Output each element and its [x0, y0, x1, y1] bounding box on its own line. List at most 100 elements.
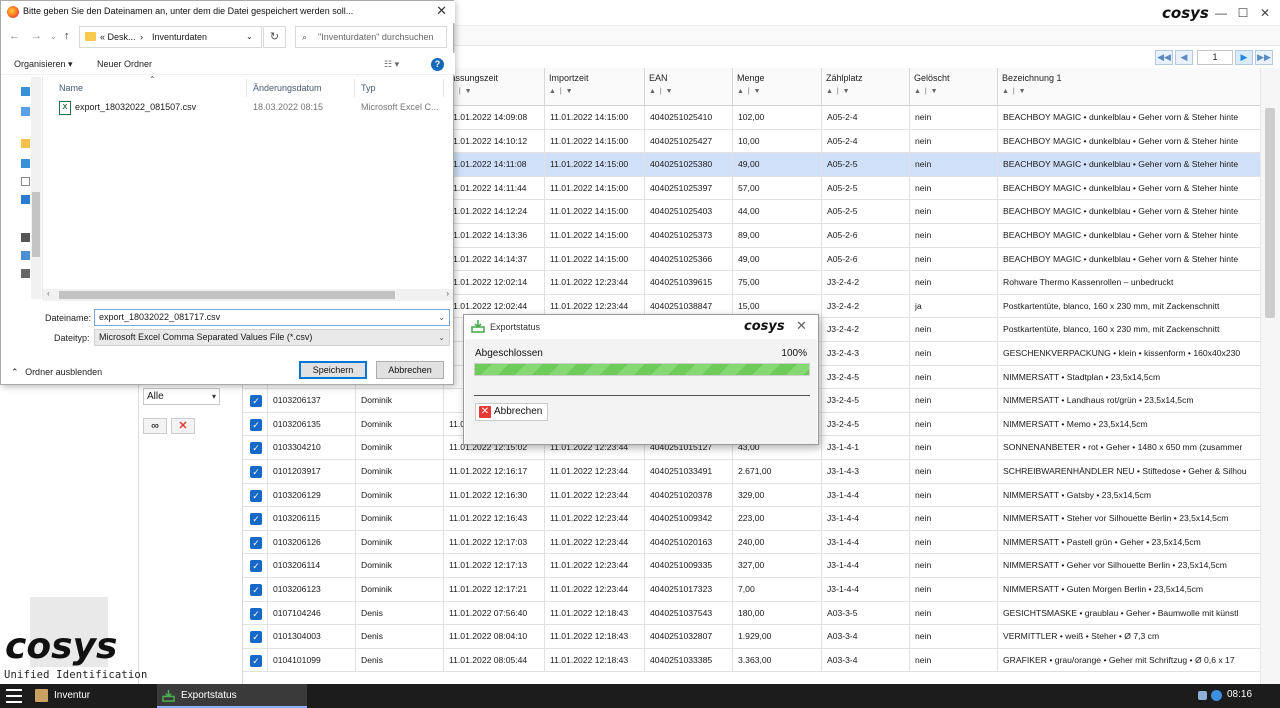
- table-row[interactable]: ✓ 0103206126 Dominik 11.01.2022 12:17:03 11.…: [243, 530, 1260, 555]
- sort-arrows-icon[interactable]: ▲ | ▼: [549, 88, 574, 95]
- help-icon[interactable]: ?: [431, 58, 444, 71]
- row-checkbox[interactable]: ✓: [250, 418, 262, 431]
- cancel-button[interactable]: Abbrechen: [376, 361, 444, 379]
- column-header-6[interactable]: Menge ▲ | ▼: [733, 68, 822, 106]
- scrollbar-thumb[interactable]: [32, 192, 40, 257]
- row-checkbox[interactable]: ✓: [250, 607, 262, 620]
- search-input[interactable]: ⌕ "Inventurdaten" durchsuchen: [295, 26, 447, 48]
- scrollbar-thumb[interactable]: [1265, 108, 1275, 318]
- maximize-icon[interactable]: ☐: [1234, 4, 1252, 22]
- search-binoculars-button[interactable]: ∞: [143, 418, 167, 434]
- row-checkbox[interactable]: ✓: [250, 513, 262, 526]
- table-row[interactable]: ✓ 0103206115 Dominik 11.01.2022 12:16:43 11.…: [243, 507, 1260, 531]
- column-header-9[interactable]: Bezeichnung 1 ▲ | ▼: [998, 68, 1260, 106]
- next-page-button[interactable]: ▶: [1235, 50, 1253, 65]
- row-checkbox[interactable]: ✓: [250, 536, 262, 549]
- taskbar-item-exportstatus[interactable]: Exportstatus: [157, 684, 307, 708]
- row-checkbox[interactable]: ✓: [250, 584, 262, 596]
- row-checkbox[interactable]: ✓: [250, 466, 262, 478]
- close-icon[interactable]: ✕: [1256, 4, 1274, 22]
- organize-menu[interactable]: Organisieren ▾: [14, 59, 73, 70]
- filename-input[interactable]: export_18032022_081717.csv ⌄: [94, 309, 450, 326]
- up-arrow-icon[interactable]: ↑: [64, 30, 70, 42]
- row-checkbox[interactable]: ✓: [250, 395, 262, 408]
- start-menu-icon[interactable]: [6, 689, 22, 703]
- column-header-8[interactable]: Gelöscht ▲ | ▼: [910, 68, 998, 106]
- table-row[interactable]: ✓ 0103206129 Dominik 11.01.2022 12:16:30 11.…: [243, 483, 1260, 508]
- horizontal-scrollbar[interactable]: ‹ ›: [43, 289, 453, 301]
- cancel-export-button[interactable]: ✕ Abbrechen: [475, 403, 548, 421]
- column-header-5[interactable]: EAN ▲ | ▼: [645, 68, 733, 106]
- column-header-7[interactable]: Zählplatz ▲ | ▼: [822, 68, 910, 106]
- column-date[interactable]: Änderungsdatum: [253, 83, 322, 93]
- clock: 08:16: [1227, 689, 1253, 700]
- view-options-icon[interactable]: ☷ ▾: [384, 59, 399, 70]
- refresh-button[interactable]: ↻: [263, 26, 286, 48]
- chevron-down-icon[interactable]: ⌄: [438, 330, 445, 345]
- scroll-right-icon[interactable]: ›: [446, 289, 449, 298]
- page-number-input[interactable]: 1: [1197, 50, 1233, 65]
- column-type[interactable]: Typ: [361, 83, 376, 93]
- last-page-button[interactable]: ▶▶: [1255, 50, 1273, 65]
- download-icon[interactable]: [21, 195, 30, 204]
- table-row[interactable]: ✓ 0104101099 Denis 11.01.2022 08:05:44 11.01…: [243, 648, 1260, 673]
- filter-select[interactable]: Alle ▾: [143, 388, 220, 405]
- back-arrow-icon[interactable]: ←: [9, 30, 20, 42]
- minimize-icon[interactable]: —: [1212, 4, 1230, 22]
- sort-arrows-icon[interactable]: ▲ | ▼: [1002, 88, 1027, 95]
- file-item[interactable]: X export_18032022_081507.csv 18.03.2022 …: [53, 99, 453, 117]
- sort-arrows-icon[interactable]: ▲ | ▼: [649, 88, 674, 95]
- column-header-4[interactable]: Importzeit ▲ | ▼: [545, 68, 645, 106]
- prev-page-button[interactable]: ◀: [1175, 50, 1193, 65]
- path-folder[interactable]: Inventurdaten: [152, 27, 207, 47]
- table-row[interactable]: ✓ 0103206123 Dominik 11.01.2022 12:17:21 11.…: [243, 578, 1260, 602]
- network-icon[interactable]: [1211, 690, 1222, 701]
- computer-icon[interactable]: [21, 87, 30, 96]
- sort-arrows-icon[interactable]: ▲ | ▼: [914, 88, 939, 95]
- hide-folders-toggle[interactable]: ⌃ Ordner ausblenden: [11, 367, 102, 378]
- first-page-button[interactable]: ◀◀: [1155, 50, 1173, 65]
- nav-item-icon[interactable]: [21, 107, 30, 116]
- table-row[interactable]: ✓ 0101304003 Denis 11.01.2022 08:04:10 11.01…: [243, 625, 1260, 649]
- row-checkbox[interactable]: ✓: [250, 489, 262, 502]
- cell-geloescht: ja: [910, 294, 998, 318]
- tray-icon[interactable]: [1198, 691, 1207, 700]
- column-name[interactable]: Name: [59, 83, 83, 93]
- scrollbar-thumb[interactable]: [59, 291, 395, 299]
- chevron-down-icon[interactable]: ⌄: [246, 27, 253, 47]
- table-row[interactable]: ✓ 0107104246 Denis 11.01.2022 07:56:40 11.01…: [243, 601, 1260, 626]
- address-bar[interactable]: « Desk... › Inventurdaten ⌄: [79, 26, 262, 48]
- filetype-select[interactable]: Microsoft Excel Comma Separated Values F…: [94, 329, 450, 346]
- row-checkbox[interactable]: ✓: [250, 631, 262, 644]
- close-icon[interactable]: ✕: [796, 318, 807, 334]
- scroll-left-icon[interactable]: ‹: [47, 289, 50, 298]
- row-checkbox[interactable]: ✓: [250, 560, 262, 573]
- taskbar-item-inventur[interactable]: Inventur: [30, 684, 150, 708]
- desktop-icon[interactable]: [21, 159, 30, 168]
- cell-bez: NIMMERSATT • Stadtplan • 23,5x14,5cm: [998, 366, 1260, 389]
- table-row[interactable]: ✓ 0103206114 Dominik 11.01.2022 12:17:13 11.…: [243, 554, 1260, 578]
- row-checkbox[interactable]: ✓: [250, 442, 262, 455]
- vertical-scrollbar[interactable]: [1260, 68, 1280, 684]
- column-header-3[interactable]: fassungszeit ▲ | ▼: [444, 68, 545, 106]
- cell-bez: BEACHBOY MAGIC • dunkelblau • Geher vorn…: [998, 130, 1260, 153]
- save-button[interactable]: Speichern: [299, 361, 367, 379]
- close-icon[interactable]: ✕: [436, 3, 447, 19]
- forward-arrow-icon[interactable]: →: [31, 30, 42, 42]
- cell-menge: 223,00: [733, 507, 822, 530]
- row-checkbox[interactable]: ✓: [250, 654, 262, 667]
- document-icon[interactable]: [21, 177, 30, 186]
- table-row[interactable]: ✓ 0101203917 Dominik 11.01.2022 12:16:17 11.…: [243, 460, 1260, 484]
- sort-arrows-icon[interactable]: ▲ | ▼: [826, 88, 851, 95]
- video-icon[interactable]: [21, 269, 30, 278]
- recent-chevron-icon[interactable]: ⌄: [50, 32, 57, 41]
- music-icon[interactable]: [21, 233, 30, 242]
- new-folder-button[interactable]: Neuer Ordner: [97, 59, 152, 69]
- navpane-scrollbar[interactable]: [31, 77, 41, 299]
- pictures-icon[interactable]: [21, 251, 30, 260]
- clear-filter-button[interactable]: ✕: [171, 418, 195, 434]
- sort-arrows-icon[interactable]: ▲ | ▼: [737, 88, 762, 95]
- folder-icon[interactable]: [21, 139, 30, 148]
- save-file-dialog: Bitte geben Sie den Dateinamen an, unter…: [0, 0, 455, 385]
- chevron-down-icon[interactable]: ⌄: [438, 310, 445, 325]
